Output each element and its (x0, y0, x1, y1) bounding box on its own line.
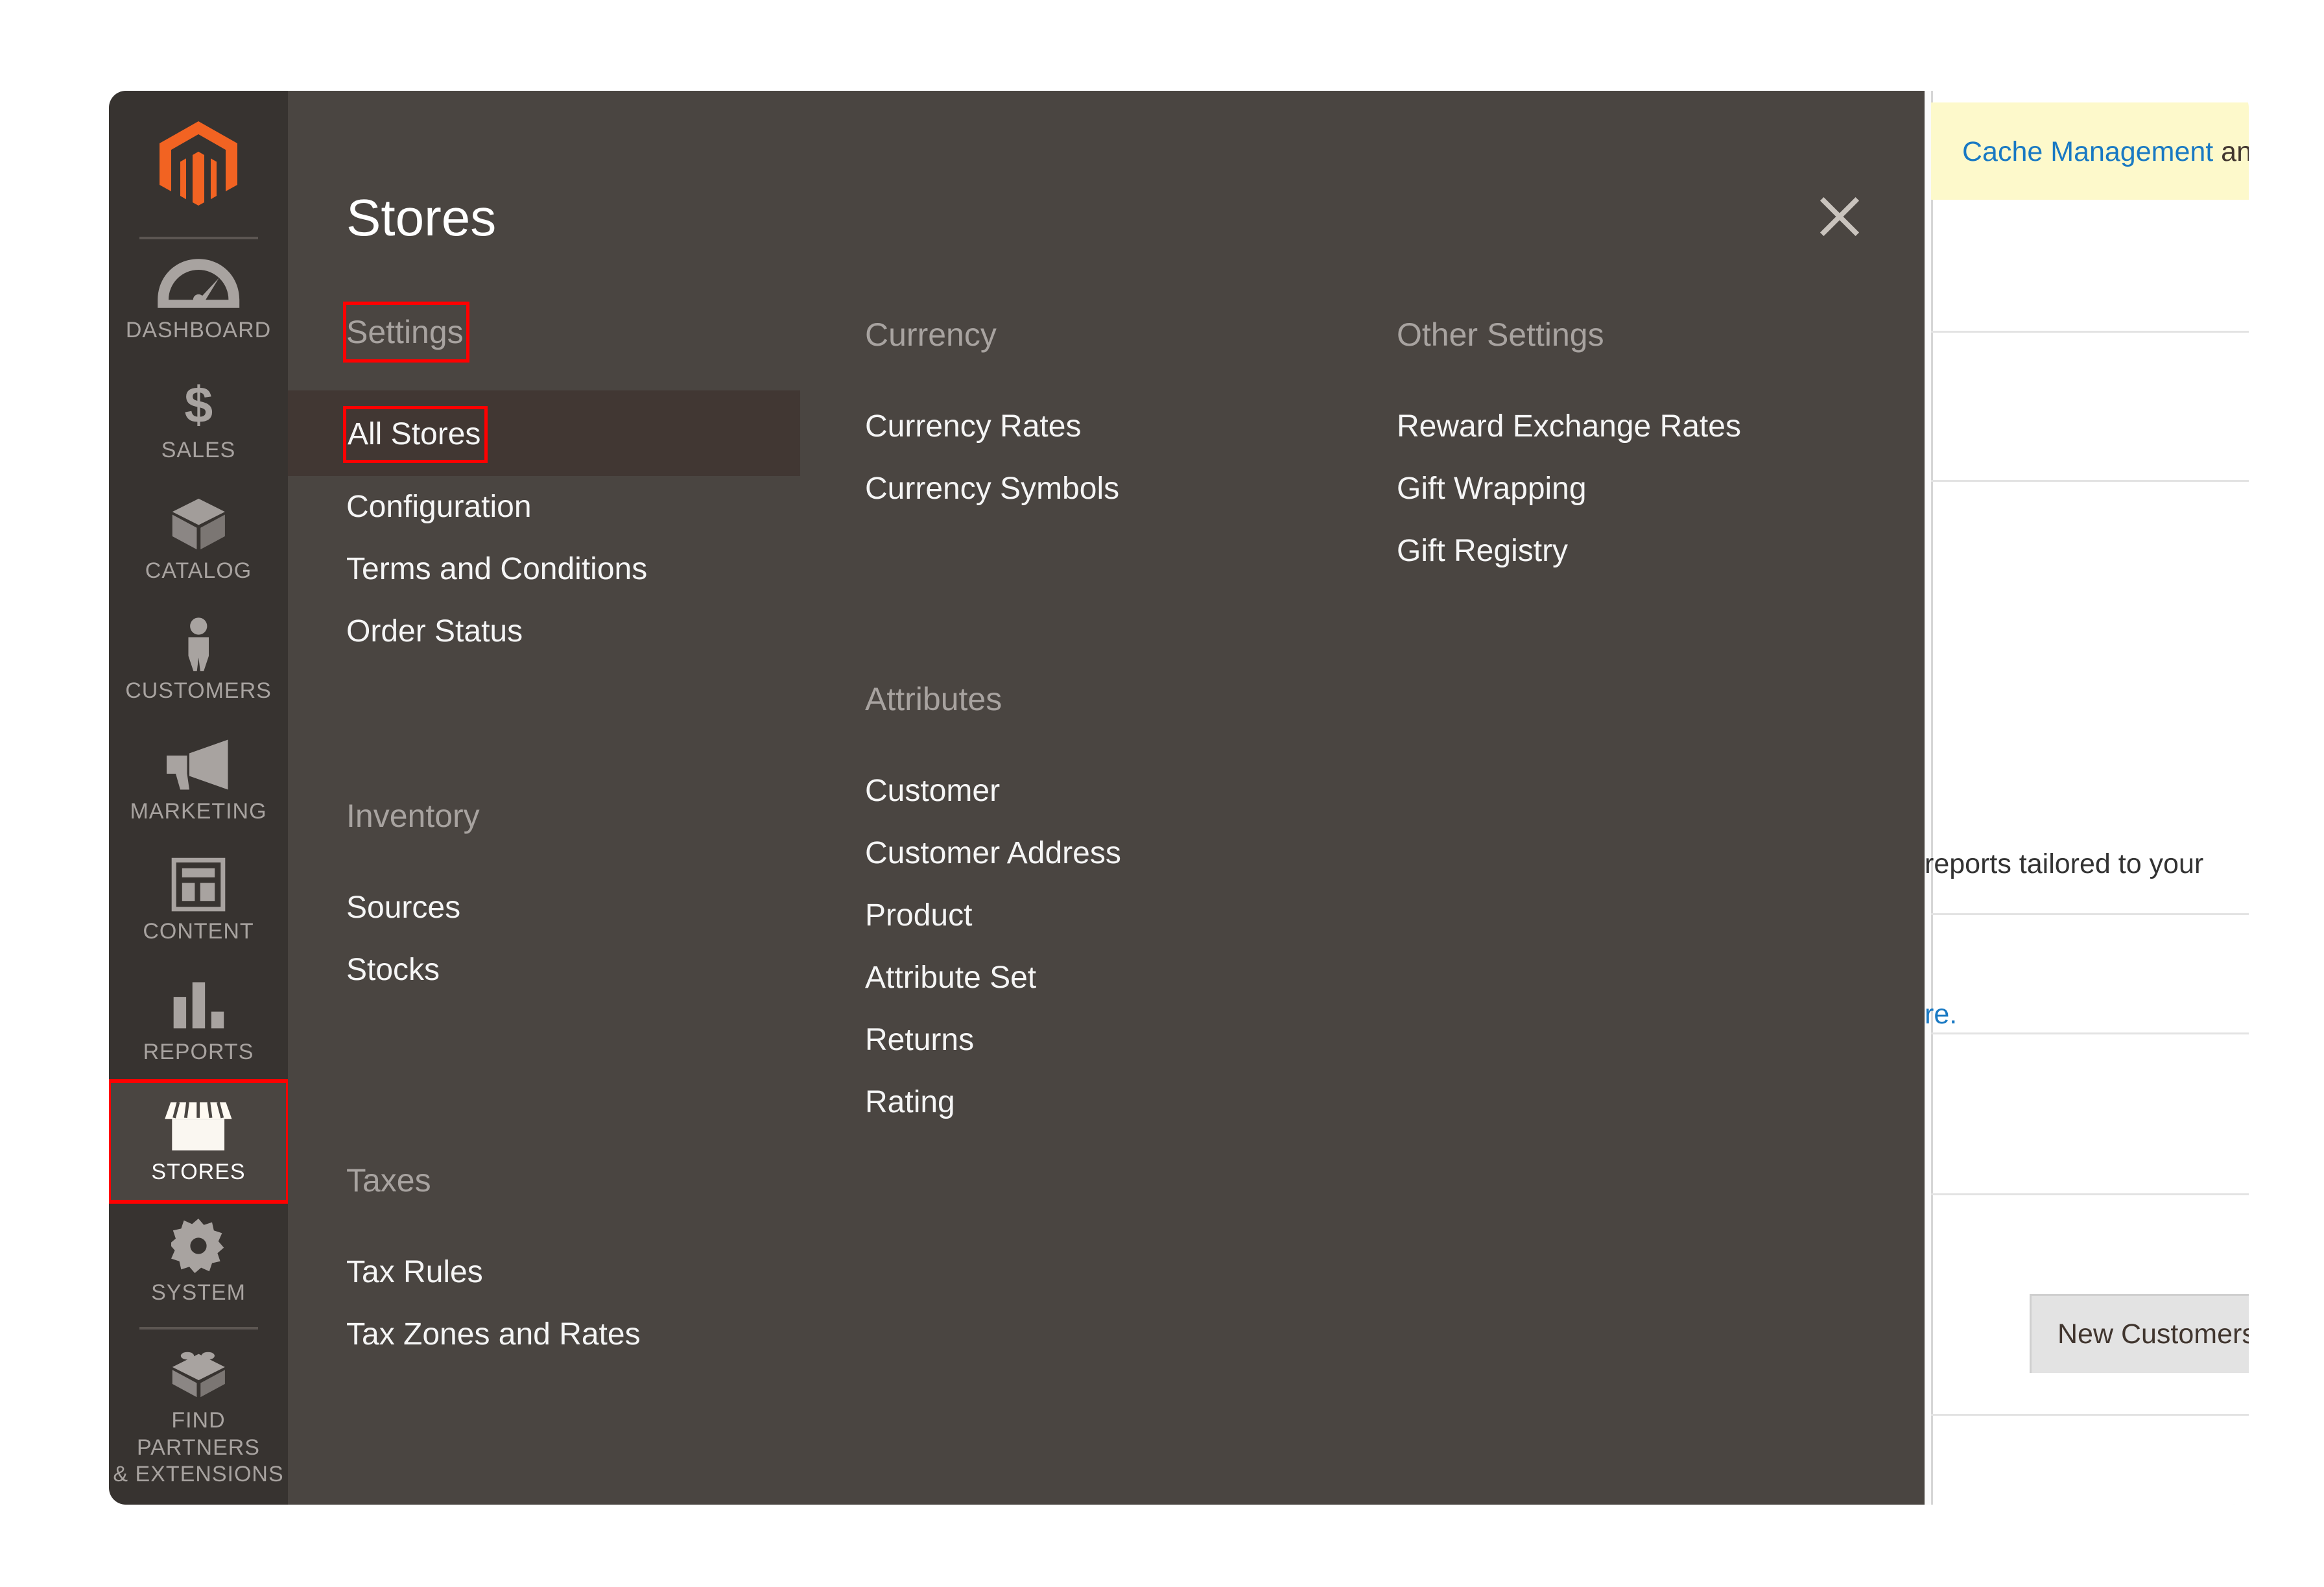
mega-menu-item-label: All Stores (342, 406, 488, 464)
content-divider-4 (1931, 1032, 2249, 1034)
mega-group-title: Attributes (865, 681, 1002, 717)
mega-group-title: Taxes (346, 1162, 431, 1199)
sidebar-item-label: MARKETING (130, 798, 267, 824)
sidebar-item-customers[interactable]: CUSTOMERS (109, 600, 288, 720)
content-divider-3 (1931, 913, 2249, 915)
mega-group-title: Currency (865, 316, 997, 353)
dashboard-tabs: New Customers (2030, 1294, 2249, 1373)
sidebar-item-system[interactable]: SYSTEM (109, 1202, 288, 1322)
cache-management-link[interactable]: Cache Management (1962, 136, 2213, 167)
advanced-reporting-text: reports tailored to your (1925, 848, 2204, 879)
mega-menu-item[interactable]: Gift Registry (1377, 520, 1896, 582)
magento-logo[interactable] (109, 91, 288, 237)
stores-mega-menu: Stores Settings All Stores Configuration Te… (288, 91, 1925, 1505)
mega-menu-title: Stores (346, 189, 497, 246)
content-divider-1 (1931, 331, 2249, 333)
box-icon (172, 498, 225, 550)
mega-menu-item[interactable]: Tax Zones and Rates (288, 1304, 800, 1366)
group-title-spacer (1377, 364, 1896, 396)
dashboard-content-column (1931, 91, 2249, 1505)
bar-chart-icon (173, 982, 224, 1029)
mega-menu-item[interactable]: Currency Rates (846, 396, 1358, 458)
close-icon[interactable] (1814, 191, 1865, 242)
mega-menu-item[interactable]: Customer (846, 760, 1358, 822)
sidebar-item-find-partners-extensions[interactable]: FIND PARTNERS & EXTENSIONS (109, 1330, 288, 1503)
sidebar-item-catalog[interactable]: CATALOG (109, 480, 288, 600)
mega-menu-item[interactable]: Terms and Conditions (288, 538, 800, 601)
gear-icon (171, 1218, 224, 1273)
mega-menu-item[interactable]: Stocks (288, 939, 800, 1001)
group-title-spacer (288, 1210, 800, 1241)
sidebar-item-label: FIND PARTNERS & EXTENSIONS (113, 1408, 284, 1487)
group-title-spacer (288, 359, 800, 390)
sidebar-item-label: CATALOG (145, 558, 252, 583)
admin-sidebar: DASHBOARD $ SALES CATALOG CUSTOMERS MARK… (109, 91, 288, 1505)
mega-menu-item[interactable]: Tax Rules (288, 1241, 800, 1304)
sidebar-item-label: SYSTEM (151, 1280, 246, 1305)
sidebar-item-marketing[interactable]: MARKETING (109, 721, 288, 841)
layout-icon (171, 858, 226, 912)
mega-menu-item[interactable]: All Stores (288, 390, 800, 476)
sidebar-item-sales[interactable]: $ SALES (109, 359, 288, 479)
storefront-icon (165, 1102, 232, 1151)
sidebar-item-label: DASHBOARD (125, 318, 272, 342)
screenshot-root: Cache Management an reports tailored to … (0, 0, 2324, 1587)
mega-menu-item[interactable]: Returns (846, 1009, 1358, 1071)
content-divider-5 (1931, 1193, 2249, 1195)
sidebar-item-dashboard[interactable]: DASHBOARD (109, 239, 288, 359)
cache-notice-bar: Cache Management an (1931, 102, 2249, 200)
mega-menu-item[interactable]: Sources (288, 877, 800, 939)
magento-logo-icon (160, 121, 237, 206)
sidebar-item-label: STORES (151, 1160, 246, 1185)
mega-column-2: Currency Currency Rates Currency Symbols At… (846, 305, 1358, 1134)
person-icon (188, 617, 209, 672)
svg-text:$: $ (184, 376, 213, 431)
sidebar-item-label: CONTENT (143, 919, 254, 944)
sidebar-item-reports[interactable]: REPORTS (109, 961, 288, 1081)
mega-menu-item[interactable]: Customer Address (846, 822, 1358, 885)
group-title-spacer (288, 846, 800, 877)
group-title-spacer (846, 729, 1358, 760)
megaphone-icon (167, 739, 228, 790)
mega-menu-item[interactable]: Product (846, 885, 1358, 947)
tab-new-customers[interactable]: New Customers (2030, 1294, 2249, 1373)
gauge-icon (157, 259, 239, 308)
sidebar-item-stores[interactable]: STORES (109, 1079, 288, 1204)
mega-menu-item[interactable]: Configuration (288, 476, 800, 538)
content-divider-6 (1931, 1414, 2249, 1416)
sidebar-item-label: SALES (161, 438, 236, 463)
close-icon-glyph (1820, 197, 1860, 237)
sidebar-item-content[interactable]: CONTENT (109, 841, 288, 961)
mega-group-title: Other Settings (1397, 316, 1604, 353)
mega-column-1: Settings All Stores Configuration Terms and… (288, 302, 800, 1366)
group-title-spacer (846, 364, 1358, 396)
mega-menu-item[interactable]: Order Status (288, 601, 800, 663)
mega-menu-item[interactable]: Rating (846, 1071, 1358, 1134)
mega-column-3: Other Settings Reward Exchange Rates Gift … (1377, 305, 1896, 582)
dollar-icon: $ (184, 376, 213, 431)
learn-more-link-tail[interactable]: re. (1925, 999, 1957, 1031)
sidebar-item-label: REPORTS (143, 1039, 254, 1064)
mega-menu-item[interactable]: Gift Wrapping (1377, 458, 1896, 520)
mega-group-title: Settings (343, 302, 469, 363)
sidebar-item-label: CUSTOMERS (125, 678, 272, 704)
mega-group-title: Inventory (346, 798, 480, 834)
content-divider-2 (1931, 480, 2249, 482)
mega-menu-item[interactable]: Reward Exchange Rates (1377, 396, 1896, 458)
brick-icon (172, 1352, 225, 1398)
cache-notice-tail: an (2213, 136, 2249, 167)
mega-menu-item[interactable]: Attribute Set (846, 947, 1358, 1009)
mega-menu-item[interactable]: Currency Symbols (846, 458, 1358, 520)
